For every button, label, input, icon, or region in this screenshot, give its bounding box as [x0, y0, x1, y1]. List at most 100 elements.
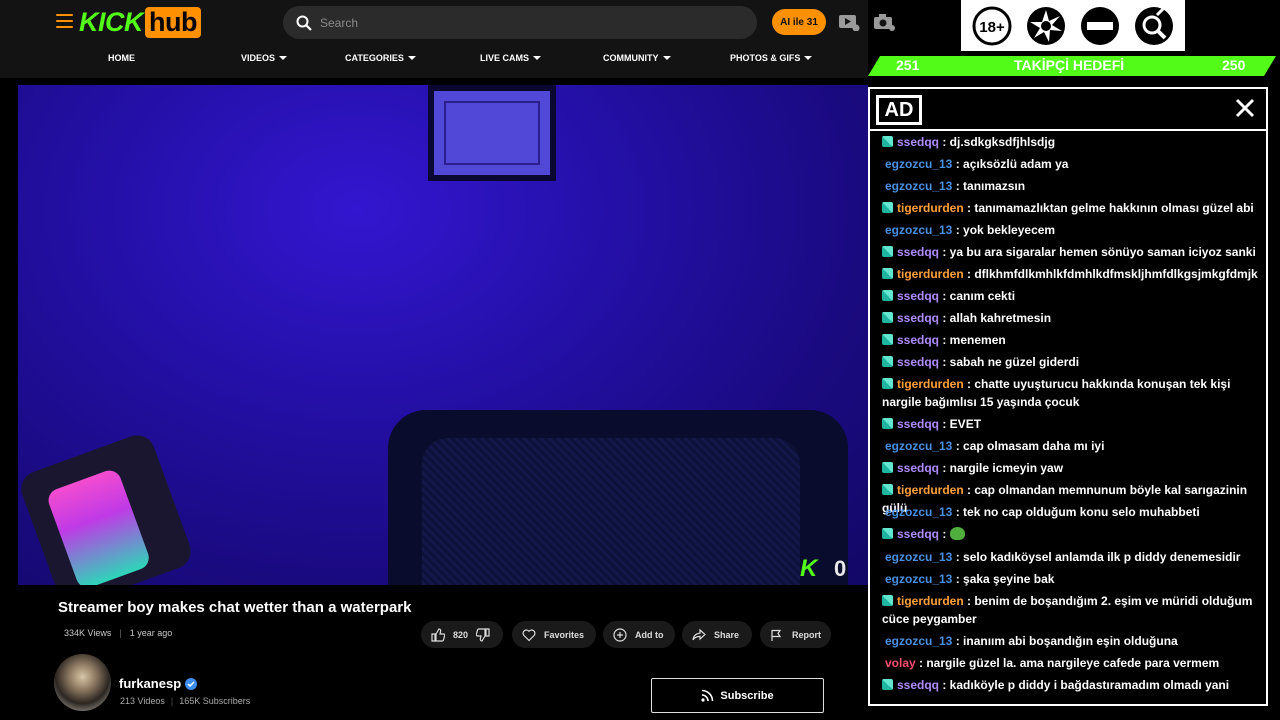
subscriber-badge-icon: [882, 595, 893, 606]
nav-live-cams[interactable]: LIVE CAMS: [480, 53, 542, 63]
channel-avatar[interactable]: [54, 654, 111, 711]
chat-text: : canım cekti: [939, 289, 1016, 303]
video-meta: 334K Views | 1 year ago: [64, 628, 172, 638]
chat-username[interactable]: ssedqq: [897, 245, 939, 259]
age-18-plus-icon: 18+: [972, 6, 1012, 45]
chat-text: : tanımazsın: [952, 179, 1026, 193]
camera-icon[interactable]: [873, 13, 895, 31]
top-bar: KICK hub AI ile 31 HOME VIDEOS CATEGORIE…: [0, 0, 895, 78]
like-count: 820: [453, 629, 469, 640]
subscriber-badge-icon: [882, 528, 893, 539]
nav-community-label: COMMUNITY: [603, 53, 659, 63]
thumbs-up-icon[interactable]: [431, 627, 445, 642]
nav-community[interactable]: COMMUNITY: [603, 53, 671, 63]
ai-button[interactable]: AI ile 31: [772, 9, 826, 35]
chat-username[interactable]: egzozcu_13: [885, 439, 952, 453]
chat-username[interactable]: tigerdurden: [897, 267, 964, 281]
no-entry-icon: [1081, 6, 1119, 45]
chat-username[interactable]: egzozcu_13: [885, 572, 952, 586]
chat-username[interactable]: ssedqq: [897, 678, 939, 692]
chat-message: ssedqq : kadıköyle p diddy i bağdastıram…: [882, 676, 1262, 694]
chat-text: : ya bu ara sigaralar hemen sönüyo saman…: [939, 245, 1256, 259]
chevron-down-icon: [407, 56, 416, 60]
chat-username[interactable]: tigerdurden: [897, 594, 964, 608]
chat-message: egzozcu_13 : yok bekleyecem: [882, 221, 1262, 239]
subscriber-badge-icon: [882, 246, 893, 257]
chat-username[interactable]: egzozcu_13: [885, 550, 952, 564]
chat-username[interactable]: egzozcu_13: [885, 157, 952, 171]
nav-categories[interactable]: CATEGORIES: [345, 53, 416, 63]
subscriber-badge-icon: [882, 268, 893, 279]
rss-icon: [701, 689, 714, 702]
nav-videos[interactable]: VIDEOS: [241, 53, 288, 63]
chat-username[interactable]: egzozcu_13: [885, 179, 952, 193]
report-button[interactable]: Report: [760, 621, 831, 648]
chat-username[interactable]: ssedqq: [897, 289, 939, 303]
menu-icon[interactable]: [56, 14, 73, 28]
goal-label: TAKİPÇİ HEDEFİ: [1014, 57, 1125, 73]
channel-video-count: 213 Videos: [120, 696, 165, 706]
chat-message: tigerdurden : chatte uyuşturucu hakkında…: [882, 375, 1262, 411]
like-dislike-group[interactable]: 820: [421, 621, 503, 648]
verified-check-icon: [185, 677, 198, 690]
subscriber-badge-icon: [882, 418, 893, 429]
nav-photos-gifs[interactable]: PHOTOS & GIFS: [730, 53, 813, 63]
chevron-down-icon: [804, 56, 813, 60]
chat-text: : EVET: [939, 417, 982, 431]
chat-message: ssedqq : canım cekti: [882, 287, 1262, 305]
chat-username[interactable]: volay: [885, 656, 916, 670]
chat-message: ssedqq :: [882, 525, 1262, 543]
subscriber-badge-icon: [882, 378, 893, 389]
content-rating-badges: 18+: [961, 0, 1185, 51]
chat-username[interactable]: ssedqq: [897, 311, 939, 325]
favorites-label: Favorites: [544, 629, 585, 640]
chat-username[interactable]: ssedqq: [897, 527, 939, 541]
chat-username[interactable]: tigerdurden: [897, 483, 964, 497]
video-player[interactable]: [18, 85, 868, 585]
chat-message: egzozcu_13 : tek no cap olduğum konu sel…: [882, 503, 1262, 521]
chat-text: : tanımamazlıktan gelme hakkının olması …: [963, 201, 1254, 215]
plus-circle-icon: [613, 627, 627, 642]
subscriber-badge-icon: [882, 312, 893, 323]
chat-username[interactable]: egzozcu_13: [885, 223, 952, 237]
chat-text: : selo kadıköysel anlamda ilk p diddy de…: [952, 550, 1241, 564]
chat-message: egzozcu_13 : şaka şeyine bak: [882, 570, 1262, 588]
channel-name-row[interactable]: furkanesp: [119, 676, 198, 691]
nav-home-label: HOME: [108, 53, 135, 63]
nav-live-cams-label: LIVE CAMS: [480, 53, 530, 63]
ad-label: AD: [876, 95, 922, 125]
channel-name[interactable]: furkanesp: [119, 676, 181, 691]
search-bar[interactable]: [283, 6, 757, 39]
chat-username[interactable]: ssedqq: [897, 135, 939, 149]
close-icon[interactable]: [1234, 97, 1256, 119]
video-upload-icon[interactable]: [838, 13, 860, 31]
chevron-down-icon: [662, 56, 671, 60]
flag-icon: [771, 629, 782, 641]
chat-username[interactable]: ssedqq: [897, 355, 939, 369]
add-to-label: Add to: [635, 629, 664, 640]
chat-username[interactable]: egzozcu_13: [885, 505, 952, 519]
thumbs-down-icon[interactable]: [476, 627, 490, 642]
meta-separator: |: [119, 628, 122, 638]
chat-username[interactable]: ssedqq: [897, 417, 939, 431]
chat-username[interactable]: egzozcu_13: [885, 634, 952, 648]
search-input[interactable]: [320, 15, 720, 30]
add-to-button[interactable]: Add to: [603, 621, 675, 648]
chat-username[interactable]: ssedqq: [897, 333, 939, 347]
chat-message: egzozcu_13 : cap olmasam daha mı iyi: [882, 437, 1262, 455]
subscribe-button[interactable]: Subscribe: [651, 678, 824, 713]
chat-panel: AD ssedqq : dj.sdkgksdfjhlsdjg egzozcu_13…: [868, 87, 1268, 706]
favorites-button[interactable]: Favorites: [512, 621, 596, 648]
search-icon: [296, 15, 312, 31]
goal-current: 251: [896, 57, 920, 73]
chat-username[interactable]: tigerdurden: [897, 377, 964, 391]
chat-username[interactable]: ssedqq: [897, 461, 939, 475]
nav-home[interactable]: HOME: [108, 53, 135, 63]
share-button[interactable]: Share: [682, 621, 752, 648]
site-logo[interactable]: KICK hub: [79, 7, 201, 38]
chat-username[interactable]: tigerdurden: [897, 201, 964, 215]
chat-message: ssedqq : sabah ne güzel giderdi: [882, 353, 1262, 371]
chat-text: :: [939, 527, 947, 541]
upload-age: 1 year ago: [129, 628, 173, 638]
chat-text: : sabah ne güzel giderdi: [939, 355, 1080, 369]
